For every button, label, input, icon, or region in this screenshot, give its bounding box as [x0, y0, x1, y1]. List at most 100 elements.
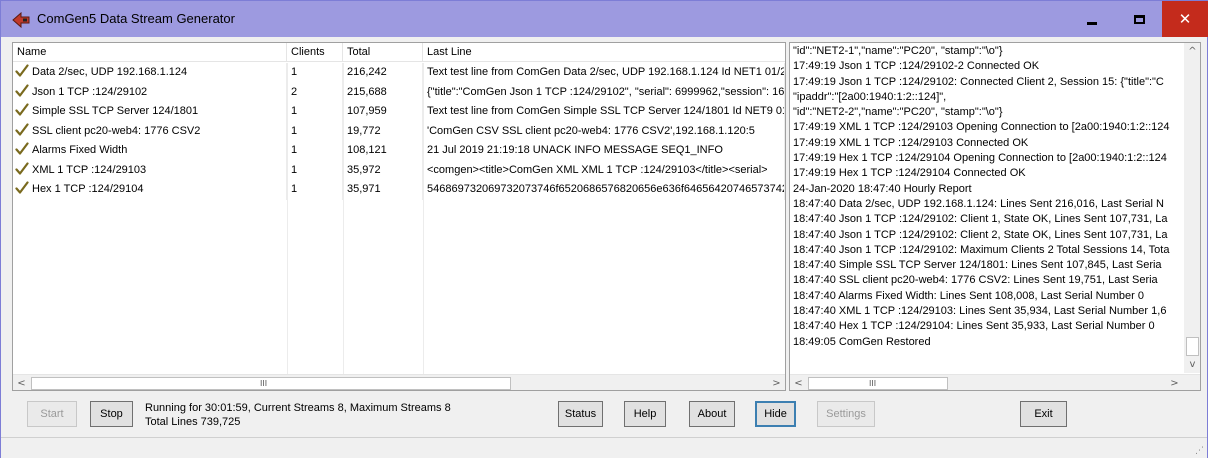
- log-line: 17:49:19 Hex 1 TCP :124/29104 Opening Co…: [793, 152, 1167, 165]
- log-text: "id":"NET2-1","name":"PC20", "stamp":"\o…: [793, 44, 1183, 350]
- stream-name-cell: Data 2/sec, UDP 192.168.1.124: [13, 63, 287, 83]
- log-line: 17:49:19 Json 1 TCP :124/29102: Connecte…: [793, 75, 1164, 88]
- total-cell: 215,688: [343, 82, 423, 102]
- last-line-cell: Text test line from ComGen Simple SSL TC…: [423, 102, 785, 122]
- total-cell: 107,959: [343, 102, 423, 122]
- thumb-grip-icon: III: [260, 379, 268, 388]
- checkmark-icon: [15, 64, 29, 77]
- scroll-right-icon[interactable]: >: [768, 375, 785, 390]
- scroll-thumb[interactable]: III: [31, 377, 511, 390]
- scroll-thumb[interactable]: III: [808, 377, 948, 390]
- main-window: ComGen5 Data Stream Generator ✕ Name Cli…: [0, 0, 1208, 458]
- total-cell: 35,972: [343, 160, 423, 180]
- log-line: "id":"NET2-2","name":"PC20", "stamp":"\o…: [793, 106, 1003, 119]
- thumb-grip-icon: III: [869, 379, 877, 388]
- table-row[interactable]: Simple SSL TCP Server 124/1801 1 107,959 Te…: [13, 102, 785, 122]
- last-line-cell: {"title":"ComGen Json 1 TCP :124/29102",…: [423, 82, 785, 102]
- title-bar[interactable]: ComGen5 Data Stream Generator ✕: [1, 1, 1208, 37]
- checkmark-icon: [15, 122, 29, 136]
- stream-name: Hex 1 TCP :124/29104: [32, 183, 144, 195]
- hide-button[interactable]: Hide: [755, 401, 796, 427]
- close-icon: ✕: [1178, 10, 1192, 28]
- table-row[interactable]: Alarms Fixed Width 1 108,121 21 Jul 2019 21…: [13, 141, 785, 161]
- log-line: 18:47:40 SSL client pc20-web4: 1776 CSV2…: [793, 274, 1158, 287]
- start-button[interactable]: Start: [27, 401, 77, 427]
- column-header-name[interactable]: Name: [13, 43, 287, 62]
- settings-button[interactable]: Settings: [817, 401, 875, 427]
- help-button[interactable]: Help: [624, 401, 666, 427]
- last-line-cell: 546869732069732073746f6520686576820656e6…: [423, 180, 785, 200]
- scroll-up-icon[interactable]: ^: [1184, 43, 1200, 60]
- log-line: 17:49:19 Json 1 TCP :124/29102-2 Connect…: [793, 60, 1040, 73]
- close-button[interactable]: ✕: [1162, 1, 1208, 37]
- clients-cell: 1: [287, 102, 343, 122]
- stream-name-cell: Simple SSL TCP Server 124/1801: [13, 102, 287, 122]
- checkmark-icon: [15, 181, 29, 194]
- clients-cell: 2: [287, 82, 343, 102]
- app-arrow-icon: [12, 12, 30, 28]
- scroll-left-icon[interactable]: <: [13, 375, 30, 390]
- streams-list[interactable]: Name Clients Total Last Line Data 2/sec,…: [12, 42, 786, 391]
- log-line: 24-Jan-2020 18:47:40 Hourly Report: [793, 182, 972, 195]
- clients-cell: 1: [287, 160, 343, 180]
- log-vertical-scrollbar[interactable]: ^ v: [1184, 43, 1200, 373]
- run-status: Running for 30:01:59, Current Streams 8,…: [145, 401, 451, 429]
- exit-button[interactable]: Exit: [1020, 401, 1067, 427]
- resize-grip-icon[interactable]: ⋰: [1195, 446, 1204, 456]
- total-cell: 108,121: [343, 141, 423, 161]
- table-row[interactable]: Data 2/sec, UDP 192.168.1.124 1 216,242 Tex…: [13, 63, 785, 83]
- log-line: 18:49:05 ComGen Restored: [793, 335, 931, 348]
- column-header-total[interactable]: Total: [343, 43, 423, 62]
- scroll-right-icon[interactable]: >: [1166, 375, 1183, 390]
- stream-name: Simple SSL TCP Server 124/1801: [32, 105, 199, 117]
- stream-name-cell: Hex 1 TCP :124/29104: [13, 180, 287, 200]
- status-button[interactable]: Status: [558, 401, 603, 427]
- about-button[interactable]: About: [689, 401, 735, 427]
- list-horizontal-scrollbar[interactable]: < III >: [13, 374, 785, 390]
- log-line: 18:47:40 Json 1 TCP :124/29102: Maximum …: [793, 243, 1170, 256]
- last-line-cell: 'ComGen CSV SSL client pc20-web4: 1776 C…: [423, 121, 785, 141]
- clients-cell: 1: [287, 180, 343, 200]
- log-line: 18:47:40 XML 1 TCP :124/29103: Lines Sen…: [793, 305, 1167, 318]
- table-row[interactable]: Json 1 TCP :124/29102 2 215,688 {"title":"C…: [13, 82, 785, 102]
- log-line: 17:49:19 XML 1 TCP :124/29103 Opening Co…: [793, 121, 1170, 134]
- last-line-cell: Text test line from ComGen Data 2/sec, U…: [423, 63, 785, 83]
- table-row[interactable]: Hex 1 TCP :124/29104 1 35,971 5468697320697…: [13, 180, 785, 200]
- log-line: 18:47:40 Data 2/sec, UDP 192.168.1.124: …: [793, 197, 1164, 210]
- total-cell: 216,242: [343, 63, 423, 83]
- log-line: 17:49:19 XML 1 TCP :124/29103 Connected …: [793, 136, 1029, 149]
- minimize-icon: [1087, 21, 1097, 25]
- stream-name-cell: Json 1 TCP :124/29102: [13, 82, 287, 102]
- stream-name: Data 2/sec, UDP 192.168.1.124: [32, 66, 188, 78]
- table-row[interactable]: SSL client pc20-web4: 1776 CSV2 1 19,772 'C…: [13, 121, 785, 141]
- log-horizontal-scrollbar[interactable]: < III >: [790, 374, 1200, 390]
- window-title: ComGen5 Data Stream Generator: [37, 11, 235, 26]
- stream-name: Json 1 TCP :124/29102: [32, 85, 148, 98]
- scroll-left-icon[interactable]: <: [790, 375, 807, 390]
- log-line: "ipaddr":"[2a00:1940:1:2::124]",: [793, 90, 947, 103]
- stop-button[interactable]: Stop: [90, 401, 133, 427]
- minimize-button[interactable]: [1069, 1, 1115, 37]
- total-cell: 35,971: [343, 180, 423, 200]
- total-cell: 19,772: [343, 121, 423, 141]
- checkmark-icon: [15, 142, 29, 155]
- list-body: Data 2/sec, UDP 192.168.1.124 1 216,242 Tex…: [13, 63, 785, 374]
- clients-cell: 1: [287, 63, 343, 83]
- scroll-down-icon[interactable]: v: [1184, 356, 1200, 373]
- last-line-cell: 21 Jul 2019 21:19:18 UNACK INFO MESSAGE …: [423, 141, 785, 161]
- log-line: 18:47:40 Alarms Fixed Width: Lines Sent …: [793, 289, 1144, 302]
- stream-name-cell: Alarms Fixed Width: [13, 141, 287, 161]
- last-line-cell: <comgen><title>ComGen XML XML 1 TCP :124…: [423, 160, 785, 180]
- stream-name: XML 1 TCP :124/29103: [32, 163, 147, 176]
- column-header-clients[interactable]: Clients: [287, 43, 343, 62]
- maximize-button[interactable]: [1116, 1, 1162, 37]
- checkmark-icon: [15, 103, 29, 116]
- run-status-line: Running for 30:01:59, Current Streams 8,…: [145, 402, 451, 414]
- column-header-last-line[interactable]: Last Line: [423, 43, 785, 62]
- log-panel[interactable]: "id":"NET2-1","name":"PC20", "stamp":"\o…: [789, 42, 1201, 391]
- table-row[interactable]: XML 1 TCP :124/29103 1 35,972 <comgen><titl…: [13, 160, 785, 180]
- scroll-thumb[interactable]: [1186, 337, 1199, 356]
- stream-name: SSL client pc20-web4: 1776 CSV2: [32, 124, 201, 137]
- log-line: 18:47:40 Json 1 TCP :124/29102: Client 1…: [793, 213, 1168, 226]
- clients-cell: 1: [287, 141, 343, 161]
